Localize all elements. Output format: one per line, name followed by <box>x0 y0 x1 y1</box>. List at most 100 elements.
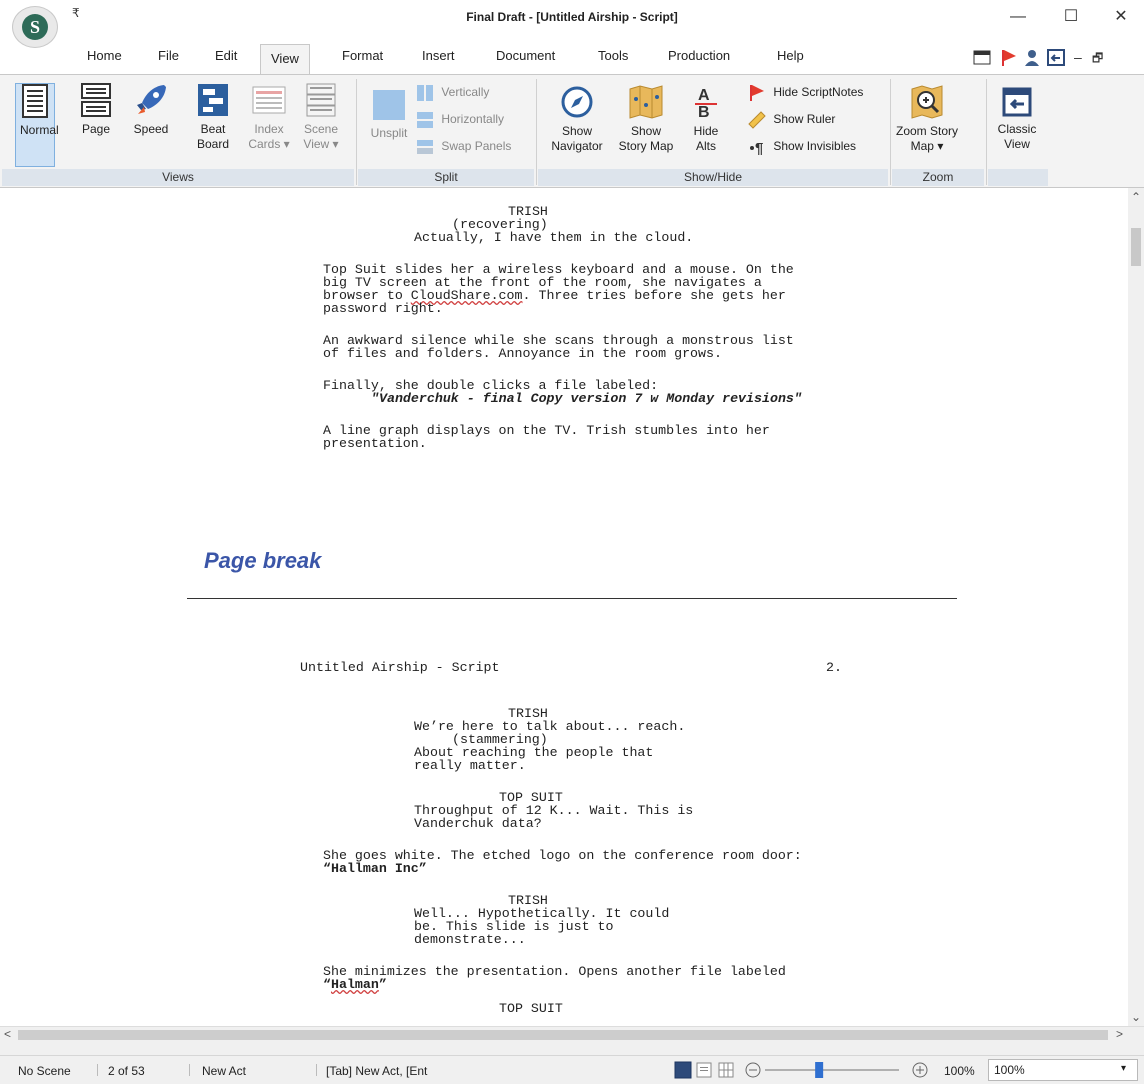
scroll-right-icon[interactable]: > <box>1116 1027 1123 1041</box>
flag-icon[interactable] <box>1002 50 1016 66</box>
hide-alts-label-line2: Alts <box>695 139 716 153</box>
vertical-scroll-thumb[interactable] <box>1131 228 1141 266</box>
tab-tools[interactable]: Tools <box>598 48 628 63</box>
show-story-map-button[interactable]: Show Story Map <box>612 85 680 154</box>
horizontal-scroll-thumb[interactable] <box>18 1030 1108 1040</box>
tab-file[interactable]: File <box>158 48 179 63</box>
ribbon-quick-tools: – 🗗 <box>972 48 1142 71</box>
zoom-select-value: 100% <box>994 1063 1025 1077</box>
status-bar: No Scene 2 of 53 New Act [Tab] New Act, … <box>0 1055 1144 1084</box>
scene-view-button[interactable]: Scene View ▾ <box>298 83 344 152</box>
scroll-left-icon[interactable]: < <box>4 1027 11 1041</box>
zoom-out-icon[interactable] <box>745 1062 761 1078</box>
title-bar: ₹ Final Draft - [Untitled Airship - Scri… <box>0 0 1144 36</box>
zoom-slider-thumb[interactable] <box>815 1062 824 1078</box>
normal-view-icon <box>22 84 48 118</box>
menu-bar: Home File Edit View Format Insert Docume… <box>0 36 1144 74</box>
grid-view-status-icon[interactable] <box>718 1062 734 1078</box>
compass-icon <box>561 86 593 118</box>
app-logo-icon: S <box>22 14 48 40</box>
scene-view-label-line1: Scene <box>303 122 339 136</box>
unsplit-label: Unsplit <box>370 126 408 140</box>
index-cards-button[interactable]: Index Cards ▾ <box>244 83 294 152</box>
hide-scriptnotes-button[interactable]: Hide ScriptNotes <box>748 81 863 103</box>
scroll-up-icon[interactable]: ⌃ <box>1131 190 1141 204</box>
act-indicator[interactable]: New Act <box>202 1064 246 1078</box>
page-indicator[interactable]: 2 of 53 <box>108 1064 145 1078</box>
normal-view-label: Normal <box>20 123 59 137</box>
show-ruler-button[interactable]: Show Ruler <box>748 108 835 130</box>
scroll-down-icon[interactable]: ⌄ <box>1131 1010 1141 1024</box>
pilcrow-icon: ¶ <box>750 140 763 156</box>
show-navigator-label-line2: Navigator <box>551 139 603 153</box>
scene-indicator[interactable]: No Scene <box>18 1064 71 1078</box>
tab-help[interactable]: Help <box>777 48 804 63</box>
swap-panels-icon <box>417 139 433 154</box>
tab-edit[interactable]: Edit <box>215 48 237 63</box>
minimize-button[interactable]: — <box>995 2 1041 32</box>
page-view-label: Page <box>81 122 111 136</box>
action-line: password right. <box>323 301 443 316</box>
hide-scriptnotes-label: Hide ScriptNotes <box>773 85 864 99</box>
zoom-story-map-button[interactable]: Zoom Story Map ▾ <box>896 85 958 154</box>
dropdown-arrow-icon: ▾ <box>1121 1063 1127 1074</box>
tab-document[interactable]: Document <box>496 48 555 63</box>
script-editor[interactable]: TRISH (recovering) Actually, I have them… <box>0 188 1128 1026</box>
group-separator <box>356 79 357 185</box>
tab-insert[interactable]: Insert <box>422 48 455 63</box>
quote-close: ” <box>378 977 387 992</box>
swap-panels-button[interactable]: Swap Panels <box>416 135 511 157</box>
normal-view-status-icon[interactable] <box>674 1061 692 1079</box>
horizontal-scrollbar[interactable]: < > <box>0 1026 1144 1044</box>
page-view-icon <box>81 83 111 117</box>
status-separator <box>316 1064 317 1076</box>
split-vertical-icon <box>417 84 433 101</box>
maximize-button[interactable]: ☐ <box>1048 2 1094 32</box>
split-group-label: Split <box>358 169 534 186</box>
zoom-story-map-label-line1: Zoom Story <box>896 124 959 138</box>
split-vertically-button[interactable]: Vertically <box>416 81 489 103</box>
vertical-scrollbar[interactable]: ⌃ ⌄ <box>1128 188 1144 1026</box>
show-invisibles-button[interactable]: ¶ Show Invisibles <box>748 135 856 157</box>
classic-view-button[interactable]: Classic View <box>994 87 1040 152</box>
tab-format[interactable]: Format <box>342 48 383 63</box>
show-navigator-label-line1: Show <box>561 124 593 138</box>
zoom-percent-label: 100% <box>944 1064 975 1078</box>
hide-alts-label-line1: Hide <box>693 124 719 138</box>
user-icon[interactable] <box>1025 50 1039 66</box>
quote-open: “ <box>323 977 331 992</box>
show-story-map-label-line1: Show <box>630 124 662 138</box>
action-line: She minimizes the presentation. Opens an… <box>323 964 786 979</box>
group-separator <box>986 79 987 185</box>
zoom-in-icon[interactable] <box>912 1062 928 1078</box>
normal-view-button[interactable]: Normal <box>15 83 59 167</box>
speed-view-button[interactable]: Speed <box>129 83 173 137</box>
classic-view-small-icon[interactable] <box>1047 49 1065 66</box>
rocket-icon <box>137 85 166 114</box>
beat-board-icon <box>198 84 228 116</box>
speed-view-label: Speed <box>133 122 169 136</box>
element-tab-hint: [Tab] New Act, [Ent <box>326 1064 428 1078</box>
beat-board-button[interactable]: Beat Board <box>190 83 236 152</box>
page-break-line <box>187 598 957 599</box>
beat-board-label-line1: Beat <box>200 122 226 136</box>
zoom-select[interactable]: 100% ▾ <box>988 1059 1138 1081</box>
character-name-partial: TOP SUIT <box>499 1001 563 1016</box>
hide-alts-button[interactable]: A B Hide Alts <box>686 85 726 154</box>
tab-home[interactable]: Home <box>87 48 122 63</box>
clapper-icon[interactable] <box>973 50 991 65</box>
close-button[interactable]: ✕ <box>1098 2 1144 32</box>
page-view-status-icon[interactable] <box>696 1062 712 1078</box>
page-view-button[interactable]: Page <box>78 83 114 137</box>
svg-text:A: A <box>698 87 710 104</box>
red-flag-icon <box>750 84 764 101</box>
app-logo-button[interactable]: S <box>12 6 58 48</box>
views-group-label: Views <box>2 169 354 186</box>
show-navigator-button[interactable]: Show Navigator <box>542 85 612 154</box>
split-horizontally-button[interactable]: Horizontally <box>416 108 504 130</box>
tab-production[interactable]: Production <box>668 48 730 63</box>
file-label-line: "Vanderchuk - final Copy version 7 w Mon… <box>371 391 802 406</box>
tab-view[interactable]: View <box>260 44 310 74</box>
unsplit-button[interactable]: Unsplit <box>366 89 412 141</box>
classic-view-label-line1: Classic <box>997 122 1037 136</box>
